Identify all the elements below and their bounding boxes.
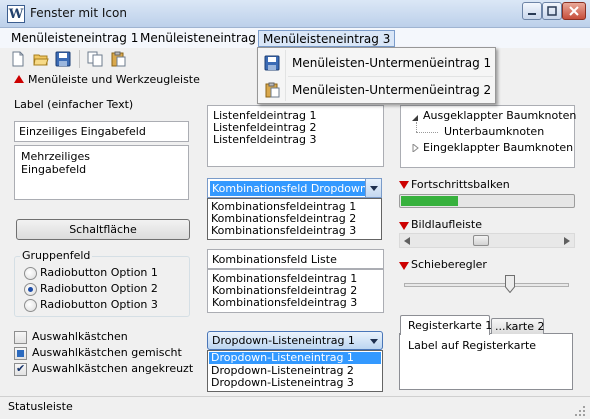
close-button[interactable] xyxy=(562,2,586,20)
tree-node-collapsed[interactable]: Eingeklappter Baumknoten xyxy=(423,141,573,154)
submenu-popup: Menüleisten-Untermenüeintrag 1 Menüleist… xyxy=(257,47,496,104)
submenu-item-2[interactable]: Menüleisten-Untermenüeintrag 2 xyxy=(260,78,493,102)
checkbox-unchecked-label: Auswahlkästchen xyxy=(32,330,128,343)
save-icon[interactable] xyxy=(55,51,71,67)
checkbox-checked[interactable] xyxy=(14,362,27,376)
tree-view[interactable]: Ausgeklappter Baumknoten Unterbaumknoten… xyxy=(400,105,576,168)
textarea-line-1: Mehrzeiliges xyxy=(21,150,90,163)
tab-2-label: ...karte 2 xyxy=(495,320,545,333)
tab-1[interactable]: Registerkarte 1 xyxy=(400,315,493,335)
collapsed-node-icon[interactable] xyxy=(411,144,419,152)
radio-option-3-label: Radiobutton Option 3 xyxy=(40,298,158,311)
scroll-right-icon[interactable] xyxy=(564,237,570,245)
resize-grip-icon[interactable] xyxy=(574,405,586,417)
simple-label: Label (einfacher Text) xyxy=(14,98,134,111)
checkbox-mixed-label: Auswahlkästchen gemischt xyxy=(32,346,182,359)
tree-connector xyxy=(416,132,438,133)
submenu-item-1[interactable]: Menüleisten-Untermenüeintrag 1 xyxy=(260,51,493,75)
status-text: Statusleiste xyxy=(8,400,73,413)
combo-dropdown-value: Kombinationsfeld Dropdown xyxy=(210,181,369,196)
menu-item-1[interactable]: Menüleisteneintrag 1 xyxy=(7,30,142,47)
groupbox-title: Gruppenfeld xyxy=(20,249,93,262)
slider-thumb[interactable] xyxy=(505,275,515,294)
combo-list-item-3[interactable]: Kombinationsfeldeintrag 3 xyxy=(212,297,357,309)
minimize-icon xyxy=(528,13,536,15)
tab-panel: Label auf Registerkarte xyxy=(399,333,573,390)
progress-label: Fortschrittsbalken xyxy=(411,178,510,191)
open-folder-icon[interactable] xyxy=(33,51,49,67)
checkbox-unchecked[interactable] xyxy=(14,331,27,344)
tab-content-label: Label auf Registerkarte xyxy=(408,339,537,352)
slider-label: Schieberegler xyxy=(411,258,487,271)
radio-option-2[interactable] xyxy=(24,283,37,296)
submenu-item-2-label: Menüleisten-Untermenüeintrag 2 xyxy=(292,83,492,97)
single-line-input[interactable]: Einzeiliges Eingabefeld xyxy=(14,121,189,142)
slider-marker-icon xyxy=(399,262,409,270)
toolbar-separator xyxy=(79,50,80,68)
dropdown-list[interactable]: Dropdown-Listeneintrag 1 xyxy=(207,331,383,350)
tree-node-child[interactable]: Unterbaumknoten xyxy=(444,125,544,138)
combo-dropdown-arrow[interactable] xyxy=(365,179,381,197)
maximize-icon xyxy=(547,6,557,16)
new-document-icon[interactable] xyxy=(10,51,26,67)
app-icon: W xyxy=(7,5,25,23)
horizontal-scrollbar[interactable] xyxy=(399,233,575,248)
tree-node-expanded[interactable]: Ausgeklappter Baumknoten xyxy=(423,109,576,122)
radio-option-3[interactable] xyxy=(24,299,37,312)
save-icon xyxy=(264,55,280,71)
main-button[interactable]: Schaltfläche xyxy=(16,219,190,240)
window-title: Fenster mit Icon xyxy=(30,6,127,20)
listbox[interactable]: Listenfeldeintrag 1 Listenfeldeintrag 2 … xyxy=(207,105,384,167)
menu-item-2[interactable]: Menüleisteneintrag 2 xyxy=(136,30,271,47)
expanded-node-icon[interactable] xyxy=(411,114,419,122)
combo-list-value: Kombinationsfeld Liste xyxy=(212,253,337,266)
combo-dropdown-item-3[interactable]: Kombinationsfeldeintrag 3 xyxy=(211,225,356,237)
checkbox-checked-label: Auswahlkästchen angekreuzt xyxy=(32,362,194,375)
submenu-item-1-label: Menüleisten-Untermenüeintrag 1 xyxy=(292,56,492,70)
scrollbar-label: Bildlaufleiste xyxy=(411,218,482,231)
slider-track[interactable] xyxy=(404,283,569,287)
paste-icon[interactable] xyxy=(110,51,126,67)
scrollbar-thumb[interactable] xyxy=(473,235,489,246)
paste-icon xyxy=(265,82,280,98)
checkbox-mixed[interactable] xyxy=(14,347,27,360)
toolbar-section-marker-icon xyxy=(14,75,24,83)
radio-option-1[interactable] xyxy=(24,267,37,280)
dropdown-list-item-1[interactable]: Dropdown-Listeneintrag 1 xyxy=(209,352,381,364)
radio-option-2-label: Radiobutton Option 2 xyxy=(40,282,158,295)
scroll-left-icon[interactable] xyxy=(404,237,410,245)
minimize-button[interactable] xyxy=(522,2,542,20)
main-button-label: Schaltfläche xyxy=(69,223,137,236)
maximize-button[interactable] xyxy=(542,2,562,20)
combo-dropdown[interactable]: Kombinationsfeld Dropdown xyxy=(207,178,382,198)
chevron-down-icon xyxy=(370,339,378,344)
copy-icon[interactable] xyxy=(87,51,103,67)
tree-connector xyxy=(416,122,417,132)
tab-2[interactable]: ...karte 2 xyxy=(491,318,545,334)
scrollbar-marker-icon xyxy=(399,222,409,230)
combo-list[interactable]: Kombinationsfeldeintrag 1 Kombinationsfe… xyxy=(207,269,384,313)
chevron-down-icon xyxy=(369,185,378,191)
submenu-separator xyxy=(288,76,493,77)
menu-item-3[interactable]: Menüleisteneintrag 3 xyxy=(258,30,396,47)
dropdown-list-item-3[interactable]: Dropdown-Listeneintrag 3 xyxy=(211,377,354,389)
dropdown-list-value: Dropdown-Listeneintrag 1 xyxy=(212,334,355,347)
combo-dropdown-list[interactable]: Kombinationsfeldeintrag 1 Kombinationsfe… xyxy=(207,198,382,240)
multi-line-textarea[interactable]: Mehrzeiliges Eingabefeld xyxy=(14,145,189,200)
progress-bar xyxy=(399,194,575,208)
listbox-item-3[interactable]: Listenfeldeintrag 3 xyxy=(213,134,317,146)
progress-marker-icon xyxy=(399,181,409,189)
single-line-input-value: Einzeiliges Eingabefeld xyxy=(19,125,146,138)
radio-option-1-label: Radiobutton Option 1 xyxy=(40,266,158,279)
tab-1-label: Registerkarte 1 xyxy=(408,319,493,332)
textarea-line-2: Eingabefeld xyxy=(21,163,87,176)
combo-list-input[interactable]: Kombinationsfeld Liste xyxy=(207,249,384,269)
close-icon xyxy=(569,6,579,16)
progress-fill xyxy=(401,196,458,206)
dropdown-list-popup[interactable]: Dropdown-Listeneintrag 1 Dropdown-Listen… xyxy=(207,350,383,392)
toolbar-section-label: Menüleiste und Werkzeugleiste xyxy=(28,73,200,86)
status-bar: Statusleiste xyxy=(0,396,590,419)
